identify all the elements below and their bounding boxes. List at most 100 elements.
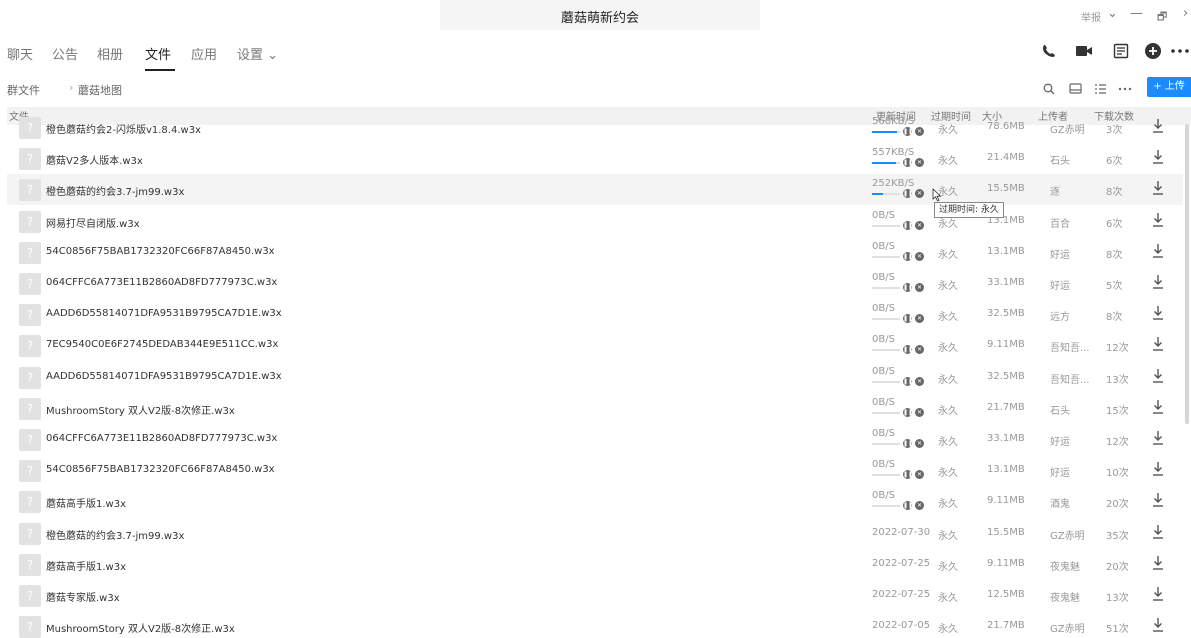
download-icon[interactable] bbox=[1151, 460, 1165, 478]
cancel-icon[interactable]: ✕ bbox=[915, 377, 924, 386]
table-row[interactable]: ? 橙色蘑菇约会2-闪烁版v1.8.4.w3x 568KB/S ❚❚ ✕ 永久 78.6MB… bbox=[7, 113, 1183, 143]
file-name[interactable]: MushroomStory 双人V2版-8次修正.w3x bbox=[46, 620, 235, 635]
file-name[interactable]: 蘑菇高手版1.w3x bbox=[46, 558, 126, 573]
upload-button[interactable]: + 上传 bbox=[1147, 77, 1191, 97]
table-row[interactable]: ? AADD6D55814071DFA9531B9795CA7D1E.w3x 0B/… bbox=[7, 299, 1183, 330]
table-row[interactable]: ? MushroomStory 双人V2版-8次修正.w3x 0B/S ❚❚ ✕ 永久 21… bbox=[7, 393, 1183, 424]
plus-circle-icon[interactable] bbox=[1142, 40, 1164, 62]
pause-icon[interactable]: ❚❚ bbox=[903, 127, 913, 136]
download-icon[interactable] bbox=[1151, 211, 1165, 229]
table-row[interactable]: ? 064CFFC6A773E11B2860AD8FD777973C.w3x 0B/… bbox=[7, 268, 1183, 299]
table-row[interactable]: ? MushroomStory 双人V2版-8次修正.w3x 2022-07-05 永… bbox=[7, 611, 1183, 638]
cancel-icon[interactable]: ✕ bbox=[915, 189, 924, 198]
cancel-icon[interactable]: ✕ bbox=[915, 314, 924, 323]
table-row[interactable]: ? 蘑菇专家版.w3x 2022-07-25 永久 12.5MB 夜鬼魅 13次 bbox=[7, 580, 1183, 611]
pause-icon[interactable]: ❚❚ bbox=[903, 408, 913, 417]
more-icon[interactable] bbox=[1169, 40, 1191, 62]
table-row[interactable]: ? 54C0856F75BAB1732320FC66F87A8450.w3x 0B/… bbox=[7, 455, 1183, 486]
tab-files[interactable]: 文件 bbox=[145, 44, 171, 63]
download-icon[interactable] bbox=[1151, 304, 1165, 322]
file-name[interactable]: MushroomStory 双人V2版-8次修正.w3x bbox=[46, 402, 235, 417]
table-row[interactable]: ? 7EC9540C0E6F2745DEDAB344E9E511CC.w3x 0B/… bbox=[7, 330, 1183, 361]
cancel-icon[interactable]: ✕ bbox=[915, 470, 924, 479]
pause-icon[interactable]: ❚❚ bbox=[903, 283, 913, 292]
tab-chat[interactable]: 聊天 bbox=[7, 44, 33, 63]
pause-icon[interactable]: ❚❚ bbox=[903, 314, 913, 323]
pause-icon[interactable]: ❚❚ bbox=[903, 221, 913, 230]
table-row[interactable]: ? 橙色蘑菇的约会3.7-jm99.w3x 2022-07-30 永久 15.5MB GZ… bbox=[7, 518, 1183, 549]
download-icon[interactable] bbox=[1151, 148, 1165, 166]
download-icon[interactable] bbox=[1151, 335, 1165, 353]
download-icon[interactable] bbox=[1151, 616, 1165, 634]
lesson-icon[interactable] bbox=[1110, 40, 1132, 62]
download-icon[interactable] bbox=[1151, 179, 1165, 197]
file-name[interactable]: 064CFFC6A773E11B2860AD8FD777973C.w3x bbox=[46, 433, 277, 444]
table-row[interactable]: ? 蘑菇高手版1.w3x 2022-07-25 永久 9.11MB 夜鬼魅 20次 bbox=[7, 549, 1183, 580]
close-icon[interactable]: › bbox=[1183, 6, 1188, 21]
download-icon[interactable] bbox=[1151, 367, 1165, 385]
file-name[interactable]: 橙色蘑菇的约会3.7-jm99.w3x bbox=[46, 527, 184, 542]
pause-icon[interactable]: ❚❚ bbox=[903, 345, 913, 354]
pause-icon[interactable]: ❚❚ bbox=[903, 470, 913, 479]
file-name[interactable]: 蘑菇高手版1.w3x bbox=[46, 495, 126, 510]
tab-settings[interactable]: 设置 ⌄ bbox=[237, 44, 278, 63]
table-row[interactable]: ? 蘑菇V2多人版本.w3x 557KB/S ❚❚ ✕ 永久 21.4MB 石头 6次 bbox=[7, 143, 1183, 174]
cancel-icon[interactable]: ✕ bbox=[915, 252, 924, 261]
minimize-icon[interactable]: — bbox=[1130, 6, 1143, 21]
tab-apps[interactable]: 应用 bbox=[191, 44, 217, 63]
file-name[interactable]: AADD6D55814071DFA9531B9795CA7D1E.w3x bbox=[46, 371, 282, 382]
table-row[interactable]: ? 蘑菇高手版1.w3x 0B/S ❚❚ ✕ 永久 9.11MB 酒鬼 20次 bbox=[7, 486, 1183, 517]
file-name[interactable]: 064CFFC6A773E11B2860AD8FD777973C.w3x bbox=[46, 277, 277, 288]
cancel-icon[interactable]: ✕ bbox=[915, 501, 924, 510]
cancel-icon[interactable]: ✕ bbox=[915, 221, 924, 230]
tab-announcement[interactable]: 公告 bbox=[52, 44, 78, 63]
pause-icon[interactable]: ❚❚ bbox=[903, 377, 913, 386]
restore-icon[interactable]: 🗗 bbox=[1157, 8, 1167, 27]
download-icon[interactable] bbox=[1151, 523, 1165, 541]
file-name[interactable]: 蘑菇V2多人版本.w3x bbox=[46, 152, 143, 167]
pause-icon[interactable]: ❚❚ bbox=[903, 439, 913, 448]
chevron-down-icon[interactable]: ⌄ bbox=[1107, 6, 1118, 21]
download-icon[interactable] bbox=[1151, 398, 1165, 416]
pause-icon[interactable]: ❚❚ bbox=[903, 189, 913, 198]
pause-icon[interactable]: ❚❚ bbox=[903, 252, 913, 261]
download-icon[interactable] bbox=[1151, 429, 1165, 447]
download-icon[interactable] bbox=[1151, 117, 1165, 135]
file-name[interactable]: 54C0856F75BAB1732320FC66F87A8450.w3x bbox=[46, 246, 275, 257]
cancel-icon[interactable]: ✕ bbox=[915, 127, 924, 136]
table-row[interactable]: ? 网易打尽自闭版.w3x 0B/S ❚❚ ✕ 永久 13.1MB 百合 6次 bbox=[7, 206, 1183, 237]
pause-icon[interactable]: ❚❚ bbox=[903, 158, 913, 167]
cancel-icon[interactable]: ✕ bbox=[915, 439, 924, 448]
cancel-icon[interactable]: ✕ bbox=[915, 283, 924, 292]
file-name[interactable]: AADD6D55814071DFA9531B9795CA7D1E.w3x bbox=[46, 308, 282, 319]
breadcrumb-root[interactable]: 群文件 bbox=[7, 82, 40, 98]
table-row[interactable]: ? 54C0856F75BAB1732320FC66F87A8450.w3x 0B/… bbox=[7, 237, 1183, 268]
download-icon[interactable] bbox=[1151, 554, 1165, 572]
file-name[interactable]: 蘑菇专家版.w3x bbox=[46, 589, 120, 604]
pause-icon[interactable]: ❚❚ bbox=[903, 501, 913, 510]
scrollbar[interactable] bbox=[1185, 124, 1189, 424]
search-icon[interactable] bbox=[1040, 80, 1058, 98]
file-name[interactable]: 橙色蘑菇的约会3.7-jm99.w3x bbox=[46, 183, 184, 198]
file-name[interactable]: 54C0856F75BAB1732320FC66F87A8450.w3x bbox=[46, 464, 275, 475]
table-row[interactable]: ? AADD6D55814071DFA9531B9795CA7D1E.w3x 0B/… bbox=[7, 362, 1183, 393]
more-icon[interactable] bbox=[1116, 80, 1134, 98]
video-icon[interactable] bbox=[1073, 40, 1095, 62]
list-view-icon[interactable] bbox=[1091, 80, 1109, 98]
download-icon[interactable] bbox=[1151, 273, 1165, 291]
screen-icon[interactable] bbox=[1066, 80, 1084, 98]
cancel-icon[interactable]: ✕ bbox=[915, 345, 924, 354]
file-name[interactable]: 7EC9540C0E6F2745DEDAB344E9E511CC.w3x bbox=[46, 339, 278, 350]
table-row[interactable]: ? 橙色蘑菇的约会3.7-jm99.w3x 252KB/S ❚❚ ✕ 永久 15.5MB 逐 8… bbox=[7, 174, 1183, 205]
table-row[interactable]: ? 064CFFC6A773E11B2860AD8FD777973C.w3x 0B/… bbox=[7, 424, 1183, 455]
cancel-icon[interactable]: ✕ bbox=[915, 158, 924, 167]
download-icon[interactable] bbox=[1151, 491, 1165, 509]
phone-icon[interactable] bbox=[1038, 40, 1060, 62]
file-name[interactable]: 橙色蘑菇约会2-闪烁版v1.8.4.w3x bbox=[46, 121, 201, 136]
file-name[interactable]: 网易打尽自闭版.w3x bbox=[46, 215, 140, 230]
download-icon[interactable] bbox=[1151, 242, 1165, 260]
cancel-icon[interactable]: ✕ bbox=[915, 408, 924, 417]
download-icon[interactable] bbox=[1151, 585, 1165, 603]
report-link[interactable]: 举报 bbox=[1081, 9, 1101, 24]
tab-album[interactable]: 相册 bbox=[97, 44, 123, 63]
